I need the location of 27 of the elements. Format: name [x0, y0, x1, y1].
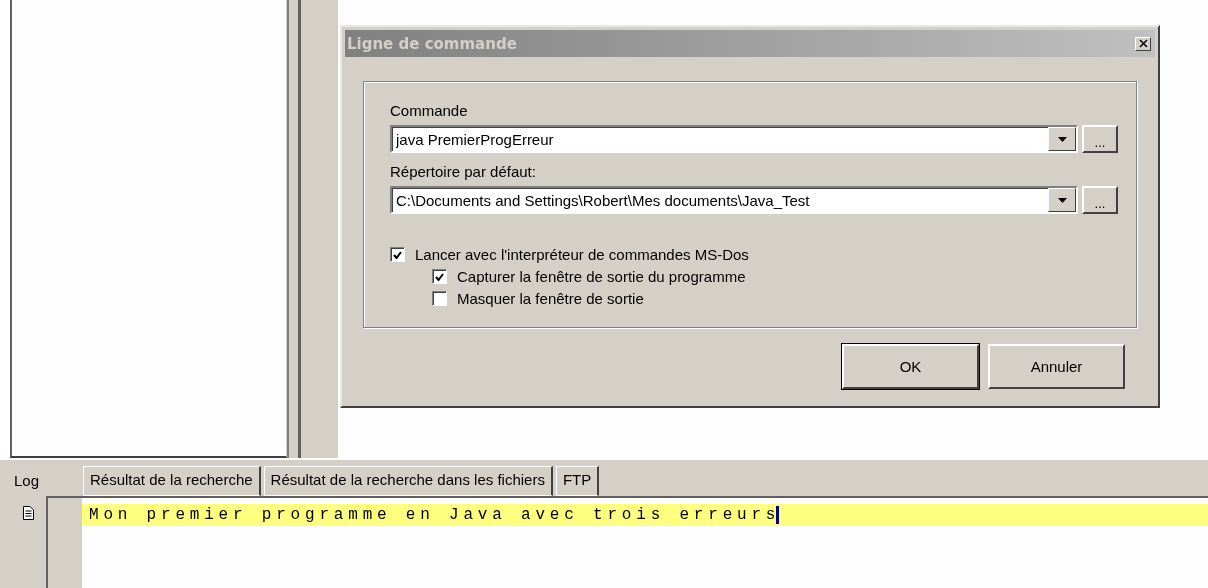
splitter[interactable]: [287, 0, 301, 458]
browse-button[interactable]: ...: [1082, 125, 1118, 153]
window-title: Ligne de commande: [347, 34, 517, 53]
browse-button[interactable]: ...: [1082, 186, 1118, 214]
combo-field[interactable]: java PremierProgErreur: [393, 128, 1048, 151]
checkbox-label: Masquer la fenêtre de sortie: [457, 290, 644, 307]
check-icon: [435, 272, 444, 281]
combo-field[interactable]: C:\Documents and Settings\Robert\Mes documents\Java_Test: [393, 189, 1048, 212]
checkbox[interactable]: [432, 291, 447, 306]
checkbox[interactable]: [390, 247, 405, 262]
document-icon: [22, 506, 34, 520]
checkbox-label: Lancer avec l'interpréteur de commandes MS-Dos: [415, 246, 749, 263]
dropdown-button[interactable]: [1048, 188, 1076, 212]
panel-tab[interactable]: Résultat de la recherche dans les fichiers: [263, 466, 553, 496]
dropdown-button[interactable]: [1048, 127, 1076, 151]
dialog-button[interactable]: OK: [842, 344, 979, 389]
field-label: Commande: [390, 102, 469, 119]
checkbox-label: Capturer la fenêtre de sortie du programme: [457, 268, 746, 285]
panel-tab[interactable]: Résultat de la recherche: [83, 466, 261, 496]
check-icon: [393, 250, 402, 259]
checkbox[interactable]: [432, 269, 447, 284]
dialog-button[interactable]: Annuler: [988, 344, 1125, 389]
caret-icon: [1057, 136, 1067, 142]
close-button[interactable]: [1135, 36, 1151, 51]
caret-icon: [1057, 197, 1067, 203]
field-label: Répertoire par défaut:: [390, 163, 537, 180]
panel-tab[interactable]: FTP: [555, 466, 600, 496]
